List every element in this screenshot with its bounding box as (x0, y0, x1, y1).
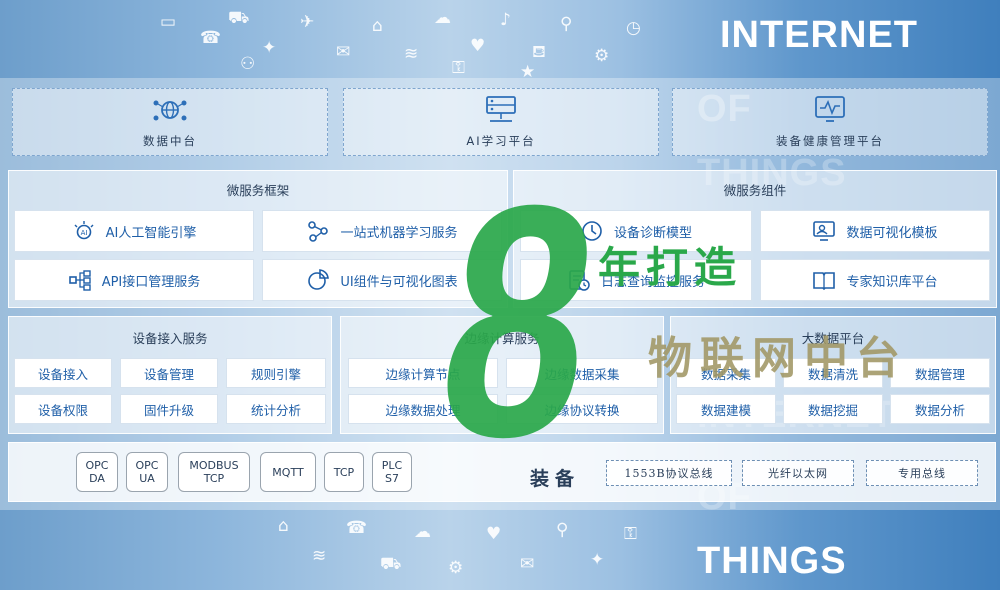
home-icon: ⌂ (372, 16, 383, 36)
gear-icon: ⚙ (448, 558, 464, 578)
wifi-icon: ≋ (404, 44, 419, 64)
monitor-user-icon (812, 219, 836, 243)
lightbulb-icon: ✦ (262, 38, 277, 58)
overlay-iot-platform-text: 物联网中台 (648, 333, 908, 384)
phone-icon: ☎ (346, 518, 368, 538)
api-management-label: API接口管理服务 (101, 274, 201, 290)
bus-dedicated[interactable]: 专用总线 (866, 460, 978, 486)
data-visualization-label: 数据可视化模板 (846, 225, 938, 241)
lock-icon: ⚿ (452, 58, 465, 78)
ai-engine-label: AI人工智能引擎 (105, 225, 197, 241)
protocol-line1: OPC (85, 459, 109, 472)
location-icon: ⚲ (560, 14, 573, 34)
device-access-item[interactable]: 设备接入 (14, 358, 112, 388)
statistics-analysis-item[interactable]: 统计分析 (226, 394, 326, 424)
api-management-tile[interactable]: API接口管理服务 (14, 259, 254, 301)
firmware-upgrade-item[interactable]: 固件升级 (120, 394, 218, 424)
heart-icon: ♥ (470, 36, 486, 56)
api-tree-icon (68, 268, 92, 292)
lightbulb-icon: ✦ (590, 550, 605, 570)
heart-icon: ♥ (486, 524, 502, 544)
protocol-line2: S7 (385, 472, 399, 485)
car-icon: ⛟ (228, 8, 250, 28)
bus-fiber-ethernet[interactable]: 光纤以太网 (742, 460, 854, 486)
equipment-health-platform-card[interactable]: 装备健康管理平台 (672, 88, 988, 156)
ml-service-label: 一站式机器学习服务 (340, 225, 458, 241)
data-platform-card[interactable]: 数据中台 (12, 88, 328, 156)
svg-text:AI: AI (80, 229, 87, 237)
lock-icon: ⚿ (624, 524, 637, 544)
device-permission-item[interactable]: 设备权限 (14, 394, 112, 424)
cloud-icon: ☁ (434, 8, 451, 28)
equipment-health-platform-label: 装备健康管理平台 (776, 134, 884, 148)
protocol-line2: DA (89, 472, 105, 485)
music-icon: ♪ (500, 10, 511, 30)
overlay-years-text: 年打造 (598, 243, 743, 292)
ai-engine-tile[interactable]: AI AI人工智能引擎 (14, 210, 254, 252)
plane-icon: ✈ (300, 12, 315, 32)
protocol-mqtt[interactable]: MQTT (260, 452, 316, 492)
clock-icon: ◷ (626, 18, 641, 38)
things-heading: THINGS (697, 540, 847, 582)
ui-components-label: UI组件与可视化图表 (340, 274, 458, 290)
expert-knowledge-label: 专家知识库平台 (846, 274, 938, 290)
tv-icon: ▭ (160, 12, 177, 32)
mail-icon: ✉ (336, 42, 351, 62)
microservice-framework-title: 微服务框架 (226, 183, 290, 198)
data-platform-label: 数据中台 (143, 134, 197, 148)
bus-1553b[interactable]: 1553B协议总线 (606, 460, 732, 486)
internet-heading: INTERNET (720, 14, 918, 56)
location-icon: ⚲ (556, 520, 569, 540)
cart-icon: ⛾ (532, 42, 546, 62)
bike-icon: ⚇ (240, 54, 256, 74)
device-access-title: 设备接入服务 (132, 331, 208, 346)
expert-knowledge-tile[interactable]: 专家知识库平台 (760, 259, 990, 301)
data-analysis-item[interactable]: 数据分析 (890, 394, 990, 424)
data-visualization-tile[interactable]: 数据可视化模板 (760, 210, 990, 252)
protocol-line2: TCP (203, 472, 225, 485)
cloud-icon: ☁ (414, 522, 431, 542)
rule-engine-item[interactable]: 规则引擎 (226, 358, 326, 388)
phone-icon: ☎ (200, 28, 222, 48)
protocol-modbus-tcp[interactable]: MODBUS TCP (178, 452, 250, 492)
pie-chart-icon (306, 268, 330, 292)
mail-icon: ✉ (520, 554, 535, 574)
monitor-pulse-icon (815, 96, 845, 122)
home-icon: ⌂ (278, 516, 289, 536)
protocol-line1: TCP (333, 465, 355, 479)
gear-icon: ⚙ (594, 46, 610, 66)
book-icon (812, 268, 836, 292)
device-management-item[interactable]: 设备管理 (120, 358, 218, 388)
wifi-icon: ≋ (312, 546, 327, 566)
protocol-line1: MODBUS (189, 459, 239, 472)
protocol-tcp[interactable]: TCP (324, 452, 364, 492)
protocol-opc-da[interactable]: OPC DA (76, 452, 118, 492)
globe-network-icon (153, 100, 187, 121)
protocol-line1: MQTT (272, 465, 304, 479)
protocol-line1: OPC (135, 459, 159, 472)
data-mining-item[interactable]: 数据挖掘 (783, 394, 883, 424)
protocol-plc-s7[interactable]: PLC S7 (372, 452, 412, 492)
data-modeling-item[interactable]: 数据建模 (676, 394, 776, 424)
car-icon: ⛟ (380, 554, 402, 574)
protocol-opc-ua[interactable]: OPC UA (126, 452, 168, 492)
server-icon (486, 96, 516, 122)
protocol-line1: PLC (381, 459, 403, 472)
nodes-icon (306, 219, 330, 243)
protocol-line2: UA (139, 472, 155, 485)
ai-bulb-icon: AI (72, 219, 96, 243)
